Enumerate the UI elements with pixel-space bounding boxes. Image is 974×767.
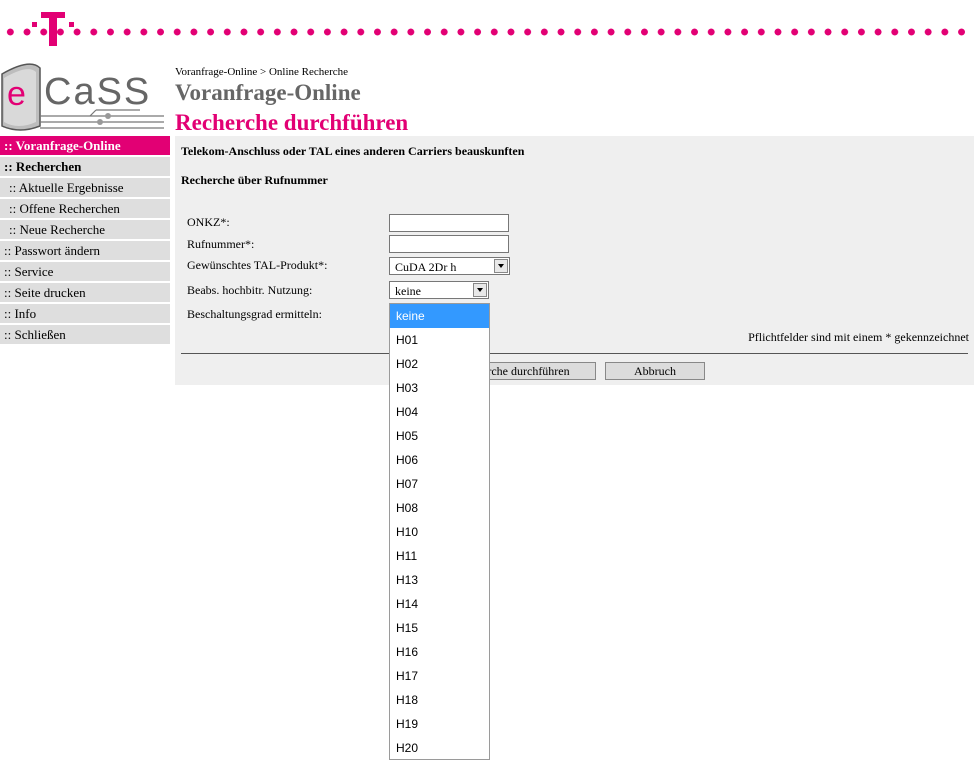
rufnummer-input[interactable] (389, 235, 509, 253)
app-title: Voranfrage-Online (175, 80, 361, 105)
sidebar-item-neue-recherche[interactable]: :: Neue Recherche (0, 220, 170, 239)
dropdown-option[interactable]: H20 (390, 736, 489, 760)
sidebar-item-info[interactable]: :: Info (0, 304, 170, 323)
ecass-logo: e CaSS (0, 60, 168, 135)
rufnummer-label: Rufnummer*: (187, 237, 255, 251)
tal-produkt-value: CuDA 2Dr h (395, 260, 457, 274)
sidebar-item-recherchen[interactable]: :: Recherchen (0, 157, 170, 176)
breadcrumb: Voranfrage-Online > Online Recherche (175, 66, 349, 78)
sidebar-item-service[interactable]: :: Service (0, 262, 170, 281)
dropdown-option[interactable]: H07 (390, 472, 489, 496)
dropdown-option[interactable]: H04 (390, 400, 489, 424)
divider (181, 353, 968, 354)
brand-bar (0, 0, 974, 50)
required-note: Pflichtfelder sind mit einem * gekennzei… (748, 330, 969, 344)
dropdown-option[interactable]: H13 (390, 568, 489, 592)
dropdown-option[interactable]: H05 (390, 424, 489, 448)
dropdown-option[interactable]: H03 (390, 376, 489, 400)
telekom-logo (32, 12, 74, 46)
nutzung-label: Beabs. hochbitr. Nutzung: (187, 283, 313, 297)
chevron-down-icon[interactable] (473, 283, 487, 297)
cancel-button[interactable]: Abbruch (605, 362, 705, 380)
sidebar-item-passwort-aendern[interactable]: :: Passwort ändern (0, 241, 170, 260)
sidebar: :: Voranfrage-Online :: Recherchen :: Ak… (0, 136, 170, 346)
sidebar-item-schliessen[interactable]: :: Schließen (0, 325, 170, 344)
dropdown-option[interactable]: H02 (390, 352, 489, 376)
nutzung-dropdown-list[interactable]: keine H01 H02 H03 H04 H05 H06 H07 H08 H1… (389, 303, 490, 760)
brand-dots (0, 28, 974, 36)
page-title: Recherche durchführen (175, 110, 409, 135)
search-form-panel: Telekom-Anschluss oder TAL eines anderen… (175, 136, 974, 385)
logo-e: e (7, 75, 26, 113)
dropdown-option[interactable]: H16 (390, 640, 489, 664)
dropdown-option[interactable]: H17 (390, 664, 489, 688)
dropdown-option[interactable]: H10 (390, 520, 489, 544)
nutzung-value: keine (395, 284, 421, 298)
dropdown-option[interactable]: H06 (390, 448, 489, 472)
dropdown-option[interactable]: H01 (390, 328, 489, 352)
tal-produkt-label: Gewünschtes TAL-Produkt*: (187, 258, 328, 272)
dropdown-option[interactable]: H08 (390, 496, 489, 520)
sidebar-item-offene-recherchen[interactable]: :: Offene Recherchen (0, 199, 170, 218)
sidebar-item-seite-drucken[interactable]: :: Seite drucken (0, 283, 170, 302)
sidebar-item-voranfrage-online[interactable]: :: Voranfrage-Online (0, 136, 170, 155)
chevron-down-icon[interactable] (494, 259, 508, 273)
onkz-label: ONKZ*: (187, 215, 230, 229)
dropdown-option[interactable]: H19 (390, 712, 489, 736)
beschaltungsgrad-label: Beschaltungsgrad ermitteln: (187, 307, 322, 321)
dropdown-option[interactable]: H14 (390, 592, 489, 616)
dropdown-option[interactable]: H11 (390, 544, 489, 568)
dropdown-option[interactable]: H18 (390, 688, 489, 712)
dropdown-option[interactable]: H15 (390, 616, 489, 640)
logo-cass: CaSS (44, 71, 151, 113)
sidebar-item-aktuelle-ergebnisse[interactable]: :: Aktuelle Ergebnisse (0, 178, 170, 197)
form-heading: Telekom-Anschluss oder TAL eines anderen… (181, 144, 525, 158)
onkz-input[interactable] (389, 214, 509, 232)
tal-produkt-select[interactable]: CuDA 2Dr h (389, 257, 510, 275)
nutzung-select[interactable]: keine (389, 281, 489, 299)
dropdown-option[interactable]: keine (390, 304, 489, 328)
form-subheading: Recherche über Rufnummer (181, 173, 328, 187)
